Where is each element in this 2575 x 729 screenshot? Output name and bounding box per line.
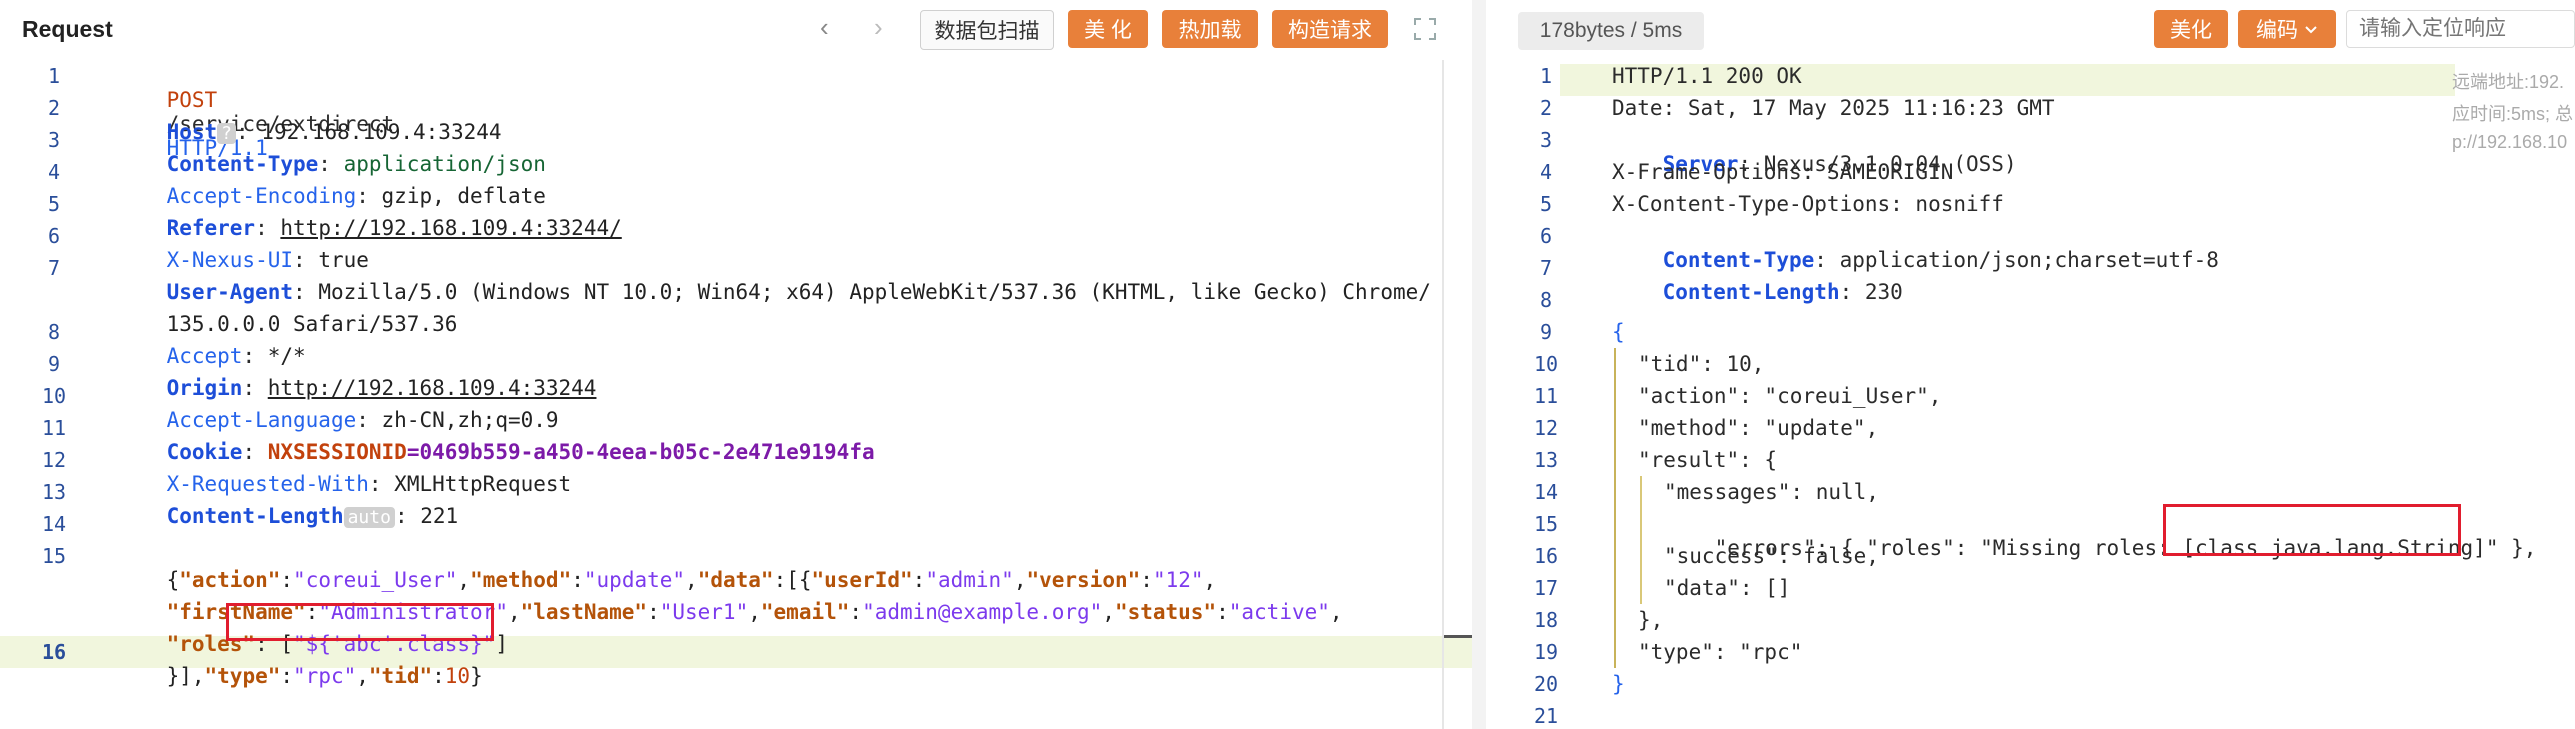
hot-load-button[interactable]: 热加载: [1162, 10, 1258, 48]
line-number: 9: [47, 352, 61, 376]
header-value: 230: [1864, 280, 1903, 304]
header-value: Mozilla/5.0 (Windows NT 10.0; Win64; x64…: [318, 280, 1431, 304]
json-brace: {: [1612, 320, 1625, 344]
line-number: 17: [1533, 576, 1559, 600]
line-number: 9: [1539, 320, 1553, 344]
line-number: 8: [47, 320, 61, 344]
payload-highlight-box: [226, 603, 494, 641]
response-stats-badge: 178bytes / 5ms: [1518, 12, 1704, 50]
line-number: 10: [41, 384, 67, 408]
line-number: 1: [1539, 64, 1553, 88]
request-beautify-button[interactable]: 美 化: [1068, 10, 1148, 48]
line-number: 6: [47, 224, 61, 248]
line-number: 16: [1533, 544, 1559, 568]
line-number: 11: [1533, 384, 1559, 408]
response-beautify-button[interactable]: 美化: [2154, 10, 2228, 48]
line-number: 2: [47, 96, 61, 120]
response-time-note: 应时间:5ms; 总: [2452, 104, 2574, 124]
line-number: 21: [1533, 704, 1559, 728]
json-line-result: "result": {: [1638, 448, 1778, 472]
packet-scan-button[interactable]: 数据包扫描: [920, 10, 1054, 50]
remote-address-note: 远端地址:192.: [2452, 72, 2565, 92]
chevron-down-icon: [2304, 17, 2318, 41]
json-line-data: "data": []: [1664, 576, 1791, 600]
request-scroll-track: [1442, 60, 1444, 729]
line-number: 14: [41, 512, 67, 536]
json-line-action: "action": "coreui_User",: [1638, 384, 1942, 408]
line-number: 15: [1533, 512, 1559, 536]
header-date: Date: Sat, 17 May 2025 11:16:23 GMT: [1612, 96, 2055, 120]
header-name: Content-Length: [1662, 280, 1840, 304]
json-line-result-close: },: [1638, 608, 1664, 632]
line-number: 19: [1533, 640, 1559, 664]
forward-arrow-icon[interactable]: ›: [874, 14, 900, 40]
json-key: "tid": [368, 664, 433, 688]
line-number: 6: [1539, 224, 1553, 248]
line-number: 14: [1533, 480, 1559, 504]
request-body-line-4: }],"type":"rpc","tid":10}: [166, 664, 483, 688]
back-arrow-icon[interactable]: ‹: [820, 14, 846, 40]
request-title: Request: [22, 16, 113, 42]
line-number: 16: [41, 640, 67, 664]
header-content-length: Content-Length auto: 221: [166, 504, 459, 528]
errors-suffix: " },: [2485, 536, 2537, 560]
json-key: "status": [1114, 600, 1217, 624]
line-number: 3: [47, 128, 61, 152]
line-number: 4: [47, 160, 61, 184]
construct-request-button[interactable]: 构造请求: [1272, 10, 1388, 48]
line-number: 5: [1539, 192, 1553, 216]
line-number: 12: [1533, 416, 1559, 440]
json-line-method: "method": "update",: [1638, 416, 1879, 440]
line-number: 8: [1539, 288, 1553, 312]
line-number: 11: [41, 416, 67, 440]
line-number: 18: [1533, 608, 1559, 632]
line-number: 2: [1539, 96, 1553, 120]
error-highlight-box: [2163, 504, 2461, 556]
json-line-messages: "messages": null,: [1664, 480, 1879, 504]
line-number: 7: [47, 256, 61, 280]
line-number: 10: [1533, 352, 1559, 376]
json-key: "email": [760, 600, 850, 624]
json-string: "admin@example.org": [862, 600, 1103, 624]
line-number: 7: [1539, 256, 1553, 280]
line-number: 13: [1533, 448, 1559, 472]
line-number: 20: [1533, 672, 1559, 696]
header-name: Content-Length: [166, 504, 344, 528]
header-x-frame-options: X-Frame-Options: SAMEORIGIN: [1612, 160, 1954, 184]
json-string: "rpc": [293, 664, 357, 688]
status-line: HTTP/1.1 200 OK: [1612, 64, 1802, 88]
line-number: 1: [47, 64, 61, 88]
header-x-content-type-options: X-Content-Type-Options: nosniff: [1612, 192, 2004, 216]
line-number: 4: [1539, 160, 1553, 184]
json-number: 10: [444, 664, 471, 688]
encode-label: 编码: [2256, 19, 2298, 42]
header-value: 221: [420, 504, 459, 528]
line-number: 12: [41, 448, 67, 472]
indent-guide: [1614, 348, 1616, 668]
locate-response-input[interactable]: [2346, 10, 2575, 48]
json-line-success: "success": false,: [1664, 544, 1879, 568]
header-content-length: Content-Length: 230: [1662, 280, 1903, 304]
line-number: 15: [41, 544, 67, 568]
json-string: "User1": [659, 600, 749, 624]
line-number: 5: [47, 192, 61, 216]
json-string: "active": [1228, 600, 1330, 624]
line-number: 13: [41, 480, 67, 504]
fullscreen-icon[interactable]: [1412, 16, 1438, 42]
line-number: 3: [1539, 128, 1553, 152]
json-key: "type": [204, 664, 281, 688]
auto-badge[interactable]: auto: [343, 507, 395, 528]
request-scroll-thumb[interactable]: [1444, 635, 1472, 638]
json-brace: }: [1612, 672, 1625, 696]
json-line-tid: "tid": 10,: [1638, 352, 1765, 376]
json-line-type: "type": "rpc": [1638, 640, 1803, 664]
json-key: "lastName": [520, 600, 648, 624]
pane-splitter[interactable]: [1472, 0, 1486, 729]
indent-guide: [1640, 476, 1642, 604]
host-note: p://192.168.10: [2452, 132, 2568, 152]
encode-dropdown[interactable]: 编码: [2238, 10, 2336, 48]
